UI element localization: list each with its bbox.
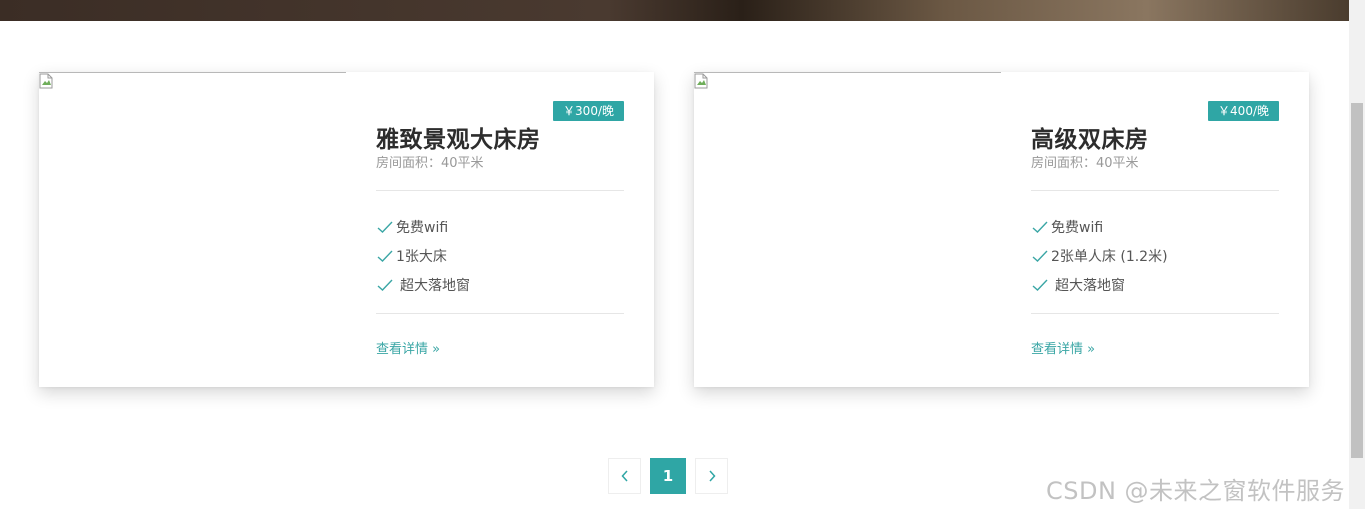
feature-label: 超大落地窗 xyxy=(1055,277,1125,294)
divider xyxy=(376,190,624,191)
room-info: ￥300/晚 雅致景观大床房 房间面积：40平米 免费wifi 1张大床 超大落… xyxy=(376,72,624,387)
room-title: 雅致景观大床房 xyxy=(376,127,541,153)
broken-image-icon xyxy=(39,73,53,89)
pagination: 1 xyxy=(608,458,728,494)
price-badge: ￥400/晚 xyxy=(1208,101,1279,121)
feature-label: 2张单人床 (1.2米) xyxy=(1051,248,1168,265)
feature-list: 免费wifi 2张单人床 (1.2米) 超大落地窗 xyxy=(1031,212,1279,299)
check-icon xyxy=(377,221,393,233)
next-page-button[interactable] xyxy=(695,458,728,494)
divider xyxy=(1031,190,1279,191)
room-area: 房间面积：40平米 xyxy=(1031,156,1139,171)
room-info: ￥400/晚 高级双床房 房间面积：40平米 免费wifi 2张单人床 (1.2… xyxy=(1031,72,1279,387)
page-number-button[interactable]: 1 xyxy=(650,458,686,494)
divider xyxy=(376,313,624,314)
feature-label: 超大落地窗 xyxy=(400,277,470,294)
divider xyxy=(1031,313,1279,314)
room-card: ￥400/晚 高级双床房 房间面积：40平米 免费wifi 2张单人床 (1.2… xyxy=(694,72,1309,387)
page: ￥300/晚 雅致景观大床房 房间面积：40平米 免费wifi 1张大床 超大落… xyxy=(0,0,1365,509)
feature-label: 免费wifi xyxy=(1051,219,1104,236)
view-details-link[interactable]: 查看详情 » xyxy=(376,338,440,357)
feature-list: 免费wifi 1张大床 超大落地窗 xyxy=(376,212,624,299)
room-area: 房间面积：40平米 xyxy=(376,156,484,171)
check-icon xyxy=(1032,221,1048,233)
feature-item: 免费wifi xyxy=(1031,212,1279,241)
feature-item: 超大落地窗 xyxy=(1031,270,1279,299)
broken-image-icon xyxy=(694,73,708,89)
room-card: ￥300/晚 雅致景观大床房 房间面积：40平米 免费wifi 1张大床 超大落… xyxy=(39,72,654,387)
scrollbar-thumb[interactable] xyxy=(1351,103,1363,458)
check-icon xyxy=(377,250,393,262)
room-title: 高级双床房 xyxy=(1031,127,1149,153)
hero-banner-image xyxy=(0,0,1349,21)
chevron-right-icon xyxy=(708,470,716,482)
watermark: CSDN @未来之窗软件服务 xyxy=(1046,477,1346,505)
feature-item: 2张单人床 (1.2米) xyxy=(1031,241,1279,270)
check-icon xyxy=(1032,279,1048,291)
feature-item: 免费wifi xyxy=(376,212,624,241)
feature-item: 1张大床 xyxy=(376,241,624,270)
room-image xyxy=(39,72,346,387)
room-image xyxy=(694,72,1001,387)
feature-label: 1张大床 xyxy=(396,248,447,265)
price-badge: ￥300/晚 xyxy=(553,101,624,121)
feature-label: 免费wifi xyxy=(396,219,449,236)
prev-page-button[interactable] xyxy=(608,458,641,494)
check-icon xyxy=(377,279,393,291)
view-details-link[interactable]: 查看详情 » xyxy=(1031,338,1095,357)
chevron-left-icon xyxy=(620,470,628,482)
check-icon xyxy=(1032,250,1048,262)
feature-item: 超大落地窗 xyxy=(376,270,624,299)
